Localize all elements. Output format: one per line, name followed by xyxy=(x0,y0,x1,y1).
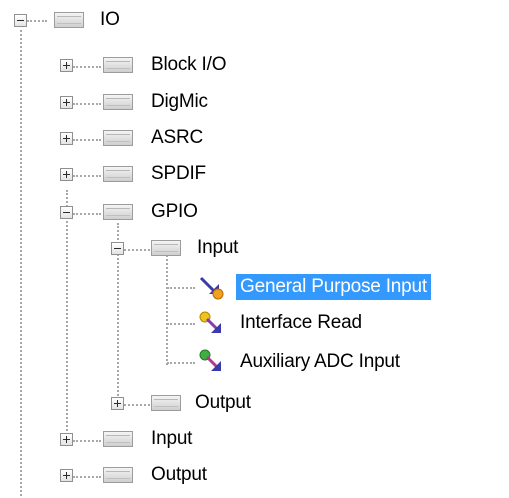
tree-view[interactable]: IO Block I/O DigMic ASRC SPDIF GPIO Inpu… xyxy=(0,0,509,498)
expand-toggle[interactable] xyxy=(60,132,73,145)
tree-connector xyxy=(124,249,150,251)
expand-toggle[interactable] xyxy=(60,59,73,72)
tree-node-label[interactable]: ASRC xyxy=(151,125,203,151)
folder-icon xyxy=(103,467,133,483)
tree-connector xyxy=(124,404,150,406)
tree-node-label[interactable]: DigMic xyxy=(151,89,208,115)
tree-connector xyxy=(27,20,47,22)
folder-icon xyxy=(103,94,133,110)
collapse-toggle[interactable] xyxy=(14,14,27,27)
tree-guide-line xyxy=(20,30,22,496)
tree-guide-line xyxy=(166,255,168,365)
folder-icon xyxy=(103,431,133,447)
tree-node-label[interactable]: Input xyxy=(151,426,192,452)
tree-connector xyxy=(73,440,101,442)
interface-read-icon xyxy=(199,311,221,333)
tree-connector xyxy=(167,323,195,325)
collapse-toggle[interactable] xyxy=(60,206,73,219)
tree-node-label[interactable]: Interface Read xyxy=(240,310,362,336)
tree-node-label[interactable]: General Purpose Input xyxy=(236,274,431,300)
aux-adc-icon xyxy=(199,349,221,371)
tree-node-label[interactable]: GPIO xyxy=(151,199,198,225)
tree-guide-line xyxy=(66,190,68,435)
tree-connector xyxy=(73,103,101,105)
tree-node-label[interactable]: Block I/O xyxy=(151,52,226,78)
expand-toggle[interactable] xyxy=(111,397,124,410)
folder-icon xyxy=(103,204,133,220)
tree-node-label[interactable]: Auxiliary ADC Input xyxy=(240,349,400,375)
tree-node-label[interactable]: SPDIF xyxy=(151,161,206,187)
folder-icon xyxy=(54,12,84,28)
expand-toggle[interactable] xyxy=(60,168,73,181)
gpio-input-icon xyxy=(199,276,224,300)
collapse-toggle[interactable] xyxy=(111,242,124,255)
tree-node-label[interactable]: Input xyxy=(197,235,238,261)
tree-node-label[interactable]: Output xyxy=(151,462,207,488)
folder-icon xyxy=(103,130,133,146)
tree-connector xyxy=(73,139,101,141)
tree-connector xyxy=(73,476,101,478)
expand-toggle[interactable] xyxy=(60,469,73,482)
tree-connector xyxy=(73,213,101,215)
tree-node-label[interactable]: IO xyxy=(100,7,120,33)
folder-icon xyxy=(103,166,133,182)
tree-connector xyxy=(167,362,195,364)
folder-icon xyxy=(151,240,181,256)
tree-connector xyxy=(73,66,101,68)
tree-node-label[interactable]: Output xyxy=(195,390,251,416)
folder-icon xyxy=(103,57,133,73)
expand-toggle[interactable] xyxy=(60,96,73,109)
tree-connector xyxy=(73,175,101,177)
folder-icon xyxy=(151,395,181,411)
tree-connector xyxy=(167,287,195,289)
expand-toggle[interactable] xyxy=(60,433,73,446)
